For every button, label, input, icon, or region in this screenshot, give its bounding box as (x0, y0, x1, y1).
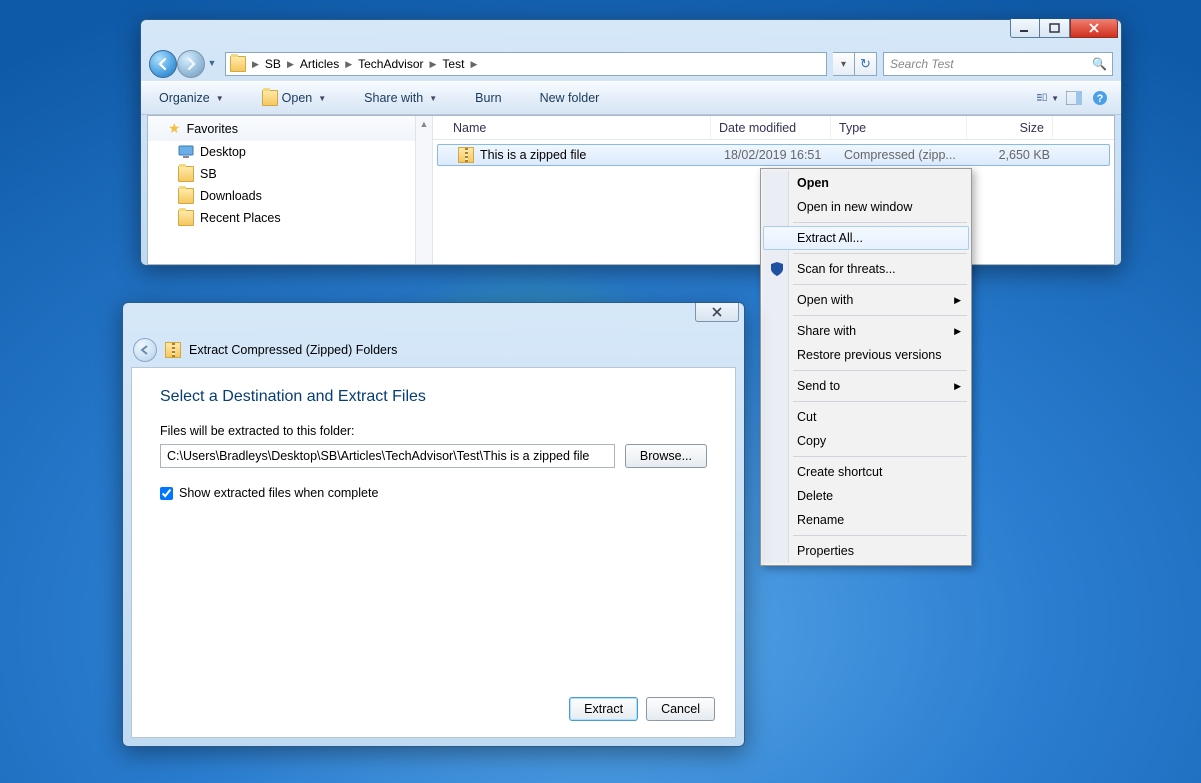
search-input[interactable]: Search Test 🔍 (883, 52, 1113, 76)
dialog-label: Files will be extracted to this folder: (160, 424, 707, 438)
explorer-window: ▼ ▶ SB▶ Articles▶ TechAdvisor▶ Test▶ ▾ ↻… (140, 19, 1122, 266)
breadcrumb-item[interactable]: Test (438, 53, 468, 75)
nav-buttons: ▼ (149, 50, 219, 78)
preview-pane-button[interactable] (1063, 87, 1085, 109)
address-dropdown-button[interactable]: ▾ (833, 52, 855, 76)
ctx-extract-all[interactable]: Extract All... (763, 226, 969, 250)
submenu-arrow-icon: ▶ (954, 381, 961, 392)
dialog-header-text: Extract Compressed (Zipped) Folders (189, 343, 397, 357)
organize-button[interactable]: Organize▼ (151, 87, 232, 109)
explorer-toolbar: Organize▼ Open▼ Share with▼ Burn New fol… (141, 81, 1121, 115)
ctx-cut[interactable]: Cut (763, 405, 969, 429)
navigation-pane: ★Favorites Desktop SB Downloads Recent P… (148, 116, 433, 264)
minimize-button[interactable] (1010, 19, 1040, 38)
show-files-checkbox[interactable]: Show extracted files when complete (160, 486, 707, 500)
share-with-button[interactable]: Share with▼ (356, 87, 445, 109)
column-headers: Name Date modified Type Size (433, 116, 1114, 140)
open-button[interactable]: Open▼ (254, 86, 335, 110)
folder-icon (178, 210, 194, 226)
address-bar[interactable]: ▶ SB▶ Articles▶ TechAdvisor▶ Test▶ (225, 52, 827, 76)
browse-button[interactable]: Browse... (625, 444, 707, 468)
ctx-copy[interactable]: Copy (763, 429, 969, 453)
new-folder-button[interactable]: New folder (532, 87, 608, 109)
search-icon: 🔍 (1092, 57, 1107, 71)
svg-text:?: ? (1097, 93, 1104, 105)
column-size[interactable]: Size (967, 116, 1053, 139)
column-name[interactable]: Name (445, 116, 711, 139)
ctx-rename[interactable]: Rename (763, 508, 969, 532)
zip-folder-icon (165, 342, 181, 358)
dialog-title: Select a Destination and Extract Files (160, 388, 707, 406)
nav-item-downloads[interactable]: Downloads (148, 185, 432, 207)
dialog-back-button[interactable] (133, 338, 157, 362)
ctx-scan-threats[interactable]: Scan for threats... (763, 257, 969, 281)
ctx-create-shortcut[interactable]: Create shortcut (763, 460, 969, 484)
shield-icon (769, 261, 785, 277)
forward-button[interactable] (177, 50, 205, 78)
dialog-close-button[interactable] (695, 303, 739, 322)
submenu-arrow-icon: ▶ (954, 326, 961, 337)
breadcrumb-item[interactable]: SB (261, 53, 285, 75)
favorites-header[interactable]: ★Favorites (148, 116, 432, 141)
burn-button[interactable]: Burn (467, 87, 509, 109)
back-button[interactable] (149, 50, 177, 78)
ctx-open-with[interactable]: Open with▶ (763, 288, 969, 312)
dialog-titlebar[interactable] (123, 303, 744, 333)
submenu-arrow-icon: ▶ (954, 295, 961, 306)
folder-icon (178, 188, 194, 204)
desktop-icon (178, 144, 194, 160)
nav-history-dropdown[interactable]: ▼ (205, 50, 219, 76)
ctx-delete[interactable]: Delete (763, 484, 969, 508)
context-menu: Open Open in new window Extract All... S… (760, 168, 972, 566)
show-files-checkbox-input[interactable] (160, 487, 173, 500)
maximize-button[interactable] (1040, 19, 1070, 38)
navpane-scrollbar[interactable]: ▲ (415, 116, 432, 264)
extract-button[interactable]: Extract (569, 697, 638, 721)
breadcrumb-item[interactable]: TechAdvisor (354, 53, 427, 75)
folder-icon (178, 166, 194, 182)
file-row-selected[interactable]: This is a zipped file 18/02/2019 16:51 C… (437, 144, 1110, 166)
search-placeholder: Search Test (890, 57, 954, 71)
extract-dialog: Extract Compressed (Zipped) Folders Sele… (122, 302, 745, 747)
view-options-button[interactable]: ▼ (1037, 87, 1059, 109)
refresh-button[interactable]: ↻ (855, 52, 877, 76)
nav-item-recent[interactable]: Recent Places (148, 207, 432, 229)
ctx-restore-versions[interactable]: Restore previous versions (763, 343, 969, 367)
help-button[interactable]: ? (1089, 87, 1111, 109)
column-type[interactable]: Type (831, 116, 967, 139)
nav-item-desktop[interactable]: Desktop (148, 141, 432, 163)
explorer-titlebar[interactable] (141, 20, 1121, 47)
cancel-button[interactable]: Cancel (646, 697, 715, 721)
ctx-open[interactable]: Open (763, 171, 969, 195)
star-icon: ★ (168, 120, 181, 137)
close-button[interactable] (1070, 19, 1118, 38)
ctx-share-with[interactable]: Share with▶ (763, 319, 969, 343)
ctx-open-new-window[interactable]: Open in new window (763, 195, 969, 219)
zip-file-icon (458, 147, 474, 163)
nav-item-sb[interactable]: SB (148, 163, 432, 185)
breadcrumb-item[interactable]: Articles (296, 53, 343, 75)
destination-path-input[interactable] (160, 444, 615, 468)
column-date[interactable]: Date modified (711, 116, 831, 139)
ctx-send-to[interactable]: Send to▶ (763, 374, 969, 398)
ctx-properties[interactable]: Properties (763, 539, 969, 563)
